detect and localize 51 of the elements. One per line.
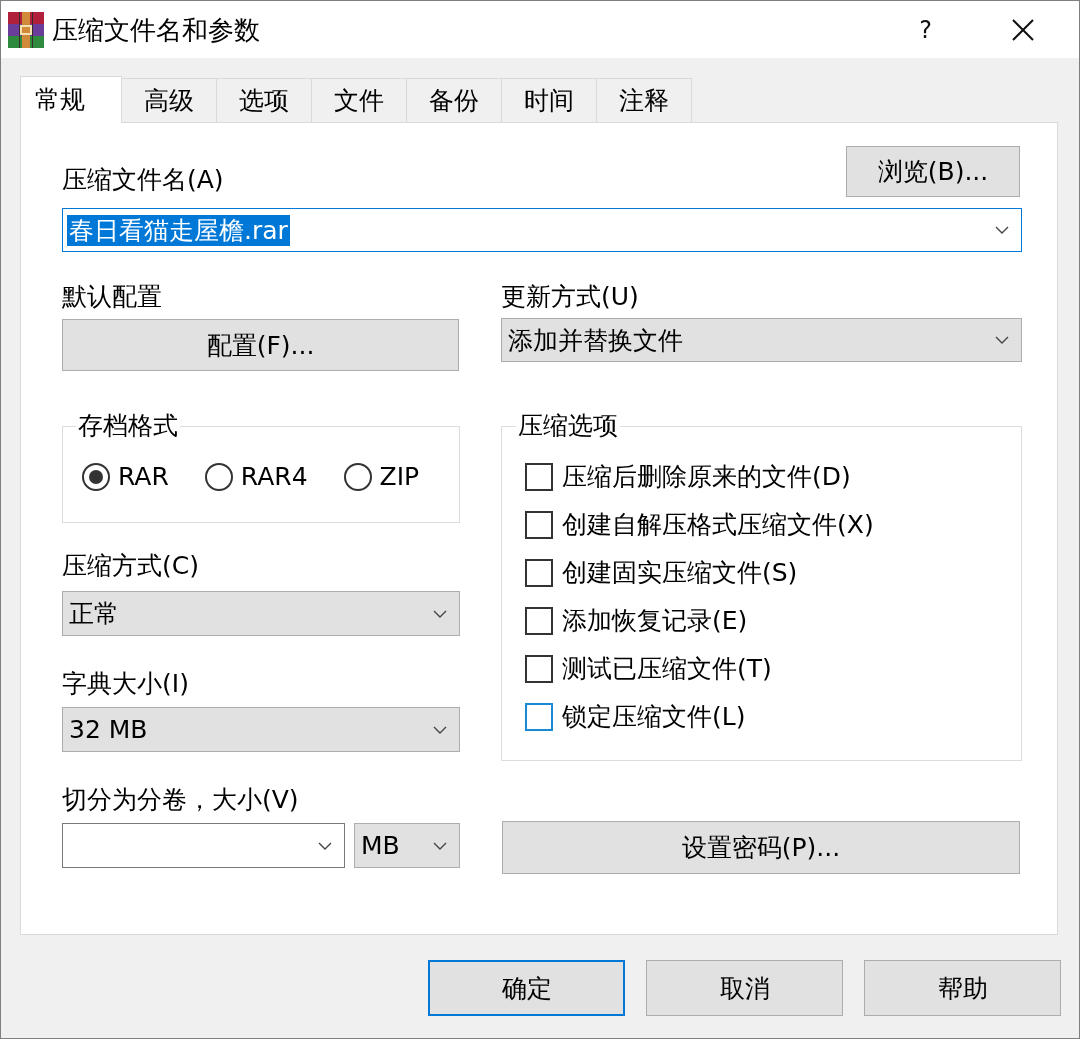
checkbox-option[interactable]: 锁定压缩文件(L) xyxy=(525,702,746,732)
tab[interactable]: 注释 xyxy=(596,78,692,122)
chevron-down-icon xyxy=(433,841,447,850)
radio-option[interactable]: RAR4 xyxy=(204,462,308,492)
chevron-down-icon xyxy=(433,725,447,734)
password-button[interactable]: 设置密码(P)... xyxy=(502,821,1020,874)
close-icon xyxy=(1012,18,1034,41)
checkbox[interactable] xyxy=(525,511,553,539)
dialog-button[interactable]: 确定 xyxy=(428,960,625,1016)
radio-button[interactable] xyxy=(82,463,110,491)
combo-field[interactable]: 春日看猫走屋檐.rar xyxy=(62,208,1022,252)
chevron-down-icon xyxy=(995,226,1009,234)
radio-button[interactable] xyxy=(204,463,233,491)
checkbox-option[interactable]: 测试已压缩文件(T) xyxy=(525,654,772,684)
dropdown[interactable]: 添加并替换文件 xyxy=(501,318,1022,362)
checkbox[interactable] xyxy=(525,655,553,683)
checkbox[interactable] xyxy=(525,463,553,491)
checkbox[interactable] xyxy=(525,559,553,587)
radio-option[interactable]: ZIP xyxy=(343,462,420,492)
group-title: 存档格式 xyxy=(77,411,179,441)
tab[interactable]: 常规 xyxy=(20,76,122,123)
checkbox[interactable] xyxy=(525,607,553,635)
checkbox-option[interactable]: 添加恢复记录(E) xyxy=(525,606,748,636)
checkbox[interactable] xyxy=(525,703,553,731)
stacked-books-icon xyxy=(8,11,44,48)
browse-button[interactable]: 浏览(B)... xyxy=(846,146,1020,197)
dialog-button[interactable]: 取消 xyxy=(646,960,843,1016)
radio-option[interactable]: RAR xyxy=(82,462,169,492)
checkbox-option[interactable]: 创建自解压格式压缩文件(X) xyxy=(525,510,874,540)
close-button[interactable] xyxy=(1012,18,1034,41)
field-label: 压缩文件名(A) xyxy=(62,165,224,195)
group-title: 压缩选项 xyxy=(517,411,619,441)
window-title: 压缩文件名和参数 xyxy=(52,13,260,46)
field-label: 默认配置 xyxy=(62,282,163,312)
checkbox-option[interactable]: 压缩后删除原来的文件(D) xyxy=(525,462,851,492)
radio-button[interactable] xyxy=(343,463,372,491)
field-label: 更新方式(U) xyxy=(501,282,640,312)
dropdown[interactable]: 正常 xyxy=(62,591,460,636)
field-label: 切分为分卷，大小(V) xyxy=(62,785,300,815)
field-label: 字典大小(I) xyxy=(62,669,190,699)
help-button[interactable]: ? xyxy=(919,14,932,45)
chevron-down-icon xyxy=(318,841,332,850)
checkbox-option[interactable]: 创建固实压缩文件(S) xyxy=(525,558,798,588)
dialog-button[interactable]: 帮助 xyxy=(864,960,1061,1016)
chevron-down-icon xyxy=(433,609,447,618)
dropdown[interactable]: 32 MB xyxy=(62,707,460,752)
chevron-down-icon xyxy=(995,336,1009,344)
combo-field[interactable] xyxy=(62,823,345,868)
field-label: 压缩方式(C) xyxy=(62,551,200,581)
dropdown[interactable]: MB xyxy=(354,823,460,868)
profiles-button[interactable]: 配置(F)... xyxy=(62,319,459,371)
